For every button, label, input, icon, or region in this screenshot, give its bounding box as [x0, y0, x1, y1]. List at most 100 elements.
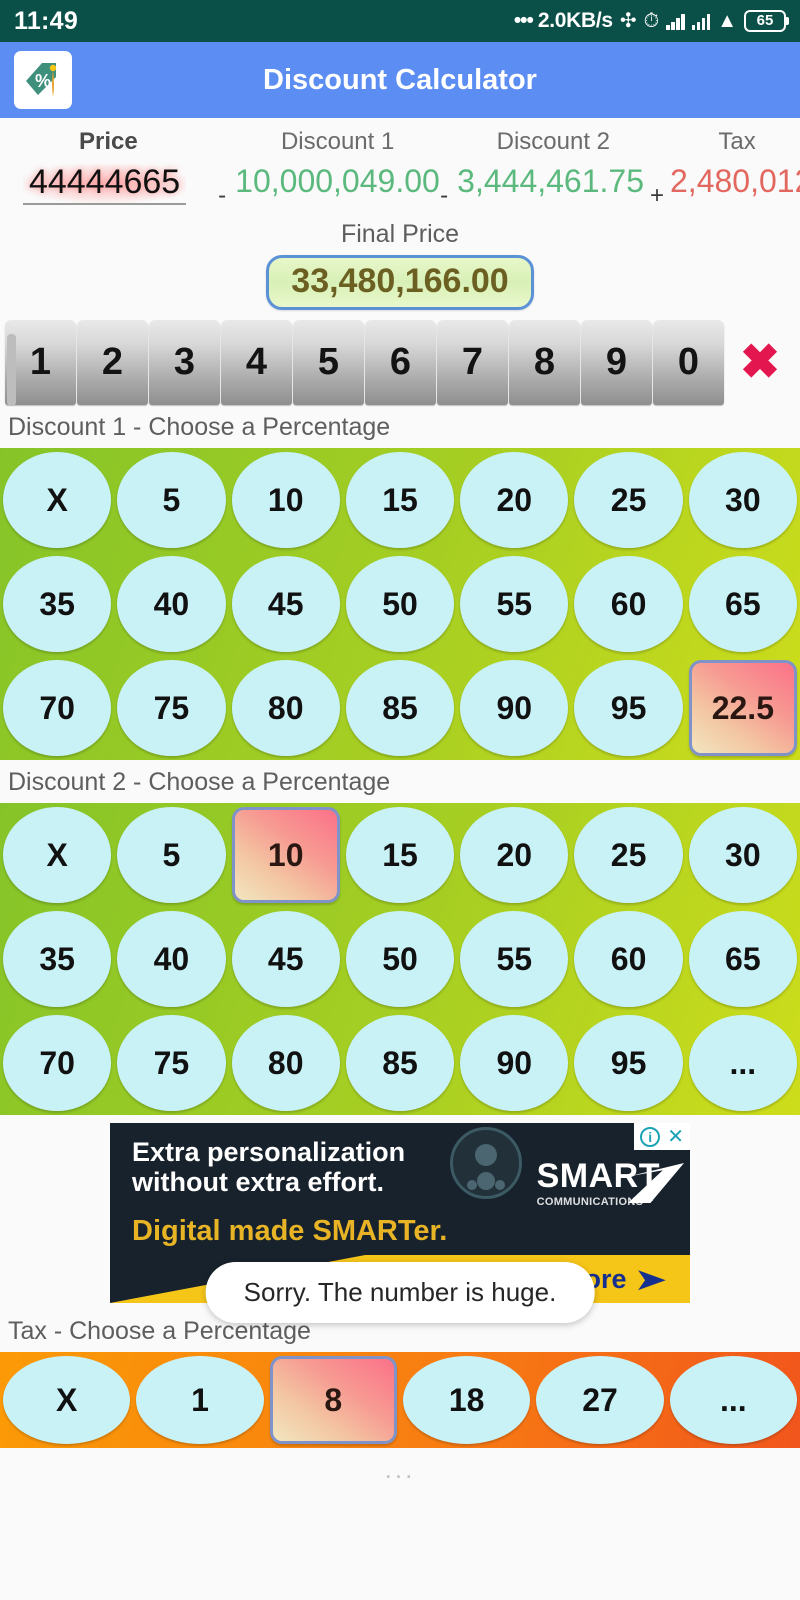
tax-option-27[interactable]: 27 [536, 1356, 664, 1444]
discount1-option-40[interactable]: 40 [117, 556, 226, 652]
alarm-icon: ⏱ [643, 10, 660, 32]
discount1-cell: 85 [343, 656, 457, 760]
key-2[interactable]: 2 [77, 320, 148, 405]
discount1-option-45[interactable]: 45 [231, 556, 340, 652]
discount2-option-60[interactable]: 60 [574, 911, 683, 1007]
discount1-label: Discount 1 [280, 128, 395, 155]
discount2-option-65[interactable]: 65 [688, 911, 797, 1007]
key-6[interactable]: 6 [365, 320, 436, 405]
discount2-cell: 20 [457, 803, 571, 907]
discount1-cell: 15 [343, 448, 457, 552]
discount1-option-65[interactable]: 65 [688, 556, 797, 652]
keypad-scroll-indicator[interactable] [7, 334, 16, 406]
final-price-value: 33,480,166.00 [266, 255, 534, 310]
toast-message: Sorry. The number is huge. [205, 1262, 595, 1323]
discount2-option-40[interactable]: 40 [117, 911, 226, 1007]
discount1-option-60[interactable]: 60 [574, 556, 683, 652]
discount2-option--..[interactable]: ... [688, 1015, 797, 1111]
key-8[interactable]: 8 [509, 320, 580, 405]
discount2-option-30[interactable]: 30 [688, 807, 797, 903]
discount2-label: Discount 2 [496, 128, 611, 155]
overflow-dots-icon: ••• [513, 9, 534, 32]
tax-option-8[interactable]: 8 [269, 1356, 397, 1444]
clear-x-icon[interactable]: ✖ [725, 320, 795, 405]
ad-close-icon[interactable]: ✕ [667, 1124, 684, 1149]
discount1-section-title: Discount 1 - Choose a Percentage [0, 405, 800, 448]
discount2-option-70[interactable]: 70 [3, 1015, 112, 1111]
operator-minus-1: - [218, 182, 227, 209]
discount1-option-95[interactable]: 95 [574, 660, 683, 756]
status-time: 11:49 [14, 6, 79, 35]
discount2-cell: 5 [114, 803, 228, 907]
discount2-cell: 95 [571, 1011, 685, 1115]
discount1-option-15[interactable]: 15 [345, 452, 455, 548]
operator-minus-2: - [440, 182, 449, 209]
discount1-option-55[interactable]: 55 [460, 556, 569, 652]
discount2-option-35[interactable]: 35 [3, 911, 112, 1007]
tax-option-1[interactable]: 1 [136, 1356, 264, 1444]
key-7[interactable]: 7 [437, 320, 508, 405]
key-0[interactable]: 0 [653, 320, 724, 405]
discount2-option-20[interactable]: 20 [460, 807, 569, 903]
more-sections-indicator[interactable]: ... [0, 1448, 800, 1485]
discount1-cell: 80 [229, 656, 343, 760]
discount1-option-70[interactable]: 70 [3, 660, 112, 756]
discount1-option-80[interactable]: 80 [231, 660, 340, 756]
discount1-cell: X [0, 448, 114, 552]
key-5[interactable]: 5 [293, 320, 364, 405]
tax-cell: X [0, 1352, 133, 1448]
tax-cell: 8 [267, 1352, 400, 1448]
key-4[interactable]: 4 [221, 320, 292, 405]
discount2-option-90[interactable]: 90 [460, 1015, 569, 1111]
discount1-cell: 20 [457, 448, 571, 552]
discount2-option-80[interactable]: 80 [231, 1015, 340, 1111]
discount1-option-90[interactable]: 90 [460, 660, 569, 756]
discount2-option-5[interactable]: 5 [117, 807, 226, 903]
tax-option-18[interactable]: 18 [402, 1356, 531, 1444]
discount2-cell: 30 [686, 803, 800, 907]
discount2-cell: 45 [229, 907, 343, 1011]
discount1-cell: 55 [457, 552, 571, 656]
discount2-option-45[interactable]: 45 [231, 911, 340, 1007]
discount2-option-10[interactable]: 10 [231, 807, 340, 903]
discount2-cell: 75 [114, 1011, 228, 1115]
discount2-cell: 90 [457, 1011, 571, 1115]
discount1-cell: 5 [114, 448, 228, 552]
discount2-option-85[interactable]: 85 [345, 1015, 455, 1111]
discount2-option-25[interactable]: 25 [574, 807, 683, 903]
discount2-option-95[interactable]: 95 [574, 1015, 683, 1111]
tax-option-X[interactable]: X [3, 1356, 131, 1444]
discount2-option-55[interactable]: 55 [460, 911, 569, 1007]
signal-bars-sim1-icon [666, 13, 685, 30]
discount1-option-20[interactable]: 20 [460, 452, 569, 548]
calculation-panel: Price Discount 1 Discount 2 Tax 44444665… [0, 118, 800, 310]
discount1-cell: 95 [571, 656, 685, 760]
adchoices-info-icon[interactable]: i [640, 1126, 661, 1147]
tax-value: 2,480,012.25 [670, 163, 800, 199]
discount1-option-25[interactable]: 25 [574, 452, 683, 548]
discount1-option-10[interactable]: 10 [231, 452, 340, 548]
discount1-option-30[interactable]: 30 [688, 452, 797, 548]
app-bar: % Discount Calculator [0, 42, 800, 118]
discount2-option-75[interactable]: 75 [117, 1015, 226, 1111]
operator-plus-spacer [648, 124, 674, 150]
discount1-option-50[interactable]: 50 [345, 556, 455, 652]
key-9[interactable]: 9 [581, 320, 652, 405]
discount1-option-X[interactable]: X [3, 452, 112, 548]
tax-percent-grid: X 1 8 18 27... [0, 1352, 800, 1448]
discount2-option-X[interactable]: X [3, 807, 112, 903]
price-input[interactable]: 44444665 [22, 163, 187, 206]
tax-option--..[interactable]: ... [669, 1356, 797, 1444]
ad-choices-bar[interactable]: i ✕ [634, 1123, 690, 1150]
discount2-option-15[interactable]: 15 [345, 807, 455, 903]
discount1-option-35[interactable]: 35 [3, 556, 112, 652]
discount1-option-5[interactable]: 5 [117, 452, 226, 548]
discount1-option-85[interactable]: 85 [345, 660, 455, 756]
key-3[interactable]: 3 [149, 320, 220, 405]
operator-plus: + [649, 182, 664, 209]
discount1-option-75[interactable]: 75 [117, 660, 226, 756]
tax-cell: 1 [133, 1352, 266, 1448]
discount1-option-22-5[interactable]: 22.5 [688, 660, 797, 756]
tax-cell: 27 [533, 1352, 666, 1448]
discount2-option-50[interactable]: 50 [345, 911, 455, 1007]
